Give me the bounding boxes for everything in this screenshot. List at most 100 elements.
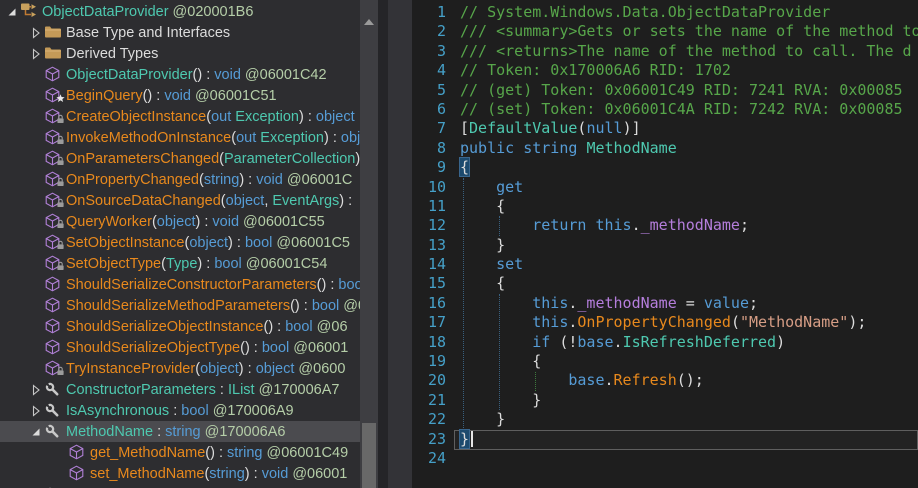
tree-item[interactable]: ShouldSerializeConstructorParameters() :… xyxy=(0,274,360,295)
code-line[interactable]: 20 base.Refresh(); xyxy=(388,371,918,390)
code-line[interactable]: 14 set xyxy=(388,255,918,274)
code-line[interactable]: 18 if (!base.IsRefreshDeferred) xyxy=(388,333,918,352)
tree-item[interactable]: ObjectDataProvider() : void @06001C42 xyxy=(0,64,360,85)
code-token: out xyxy=(211,109,231,125)
code-line[interactable]: 23} xyxy=(388,430,918,449)
tree-item[interactable]: ShouldSerializeMethodParameters() : bool… xyxy=(0,295,360,316)
code-line[interactable]: 22 } xyxy=(388,410,918,429)
code-line[interactable]: 3/// <returns>The name of the method to … xyxy=(388,42,918,61)
expander-open-icon[interactable] xyxy=(28,424,44,440)
tree-item[interactable]: OnParametersChanged(ParameterCollection)… xyxy=(0,148,360,169)
line-number: 17 xyxy=(412,313,446,332)
line-number: 13 xyxy=(412,236,446,255)
expander-closed-icon[interactable] xyxy=(28,46,44,62)
code-line[interactable]: 8 public string MethodName xyxy=(388,139,918,158)
tree-item[interactable]: TryInstanceProvider(object) : object @06… xyxy=(0,358,360,379)
code-line[interactable]: 2/// <summary>Gets or sets the name of t… xyxy=(388,22,918,41)
code-editor-panel[interactable]: 1// System.Windows.Data.ObjectDataProvid… xyxy=(388,0,918,488)
code-token: void xyxy=(212,214,239,230)
expander-spacer xyxy=(28,361,44,377)
tree-item[interactable]: SetObjectType(Type) : bool @06001C54 xyxy=(0,253,360,274)
line-number: 8 xyxy=(412,139,446,158)
tree-item[interactable]: Derived Types xyxy=(0,43,360,64)
code-token: @06001C55 xyxy=(239,214,325,230)
code-token: // (get) Token: 0x06001C49 RID: 7241 RVA… xyxy=(460,81,903,99)
code-line[interactable]: 16 this._methodName = value; xyxy=(388,294,918,313)
tree-item[interactable]: ShouldSerializeObjectInstance() : bool @… xyxy=(0,316,360,337)
tree-item[interactable]: get_MethodName() : string @06001C49 xyxy=(0,442,360,463)
code-line[interactable]: 11 { xyxy=(388,197,918,216)
code-token: OnPropertyChanged xyxy=(577,313,731,331)
code-line[interactable]: 5// (get) Token: 0x06001C49 RID: 7241 RV… xyxy=(388,81,918,100)
expander-spacer xyxy=(28,214,44,230)
property-icon xyxy=(44,381,66,399)
tree-item[interactable]: OnSourceDataChanged(object, EventArgs) : xyxy=(0,190,360,211)
code-line[interactable]: 12 return this._methodName; xyxy=(388,216,918,235)
code-token: value xyxy=(704,294,749,312)
code-line[interactable]: 4// Token: 0x170006A6 RID: 1702 xyxy=(388,61,918,80)
code-token: bool xyxy=(262,340,289,356)
tree-item[interactable]: CreateObjectInstance(out Exception) : ob… xyxy=(0,106,360,127)
code-token: @0600 xyxy=(294,361,345,377)
code-line[interactable]: 19 { xyxy=(388,352,918,371)
expander-open-icon[interactable] xyxy=(4,4,20,20)
scroll-up-arrow-icon[interactable] xyxy=(364,19,374,25)
tree-item[interactable]: IsAsynchronous : bool @170006A9 xyxy=(0,400,360,421)
code-line[interactable]: 7[DefaultValue(null)] xyxy=(388,119,918,138)
tree-item[interactable]: MethodName : string @170006A6 xyxy=(0,421,360,442)
code-line[interactable]: 13 } xyxy=(388,236,918,255)
tree-item[interactable]: Base Type and Interfaces xyxy=(0,22,360,43)
expander-spacer xyxy=(28,340,44,356)
expander-spacer xyxy=(28,277,44,293)
tree-item[interactable]: SetObjectInstance(object) : bool @06001C… xyxy=(0,232,360,253)
code-token: OnSourceDataChanged xyxy=(66,193,221,209)
code-line-content: base.Refresh(); xyxy=(460,371,704,390)
code-line[interactable]: 24 xyxy=(388,449,918,468)
code-line[interactable]: 21 } xyxy=(388,391,918,410)
code-token: IsAsynchronous xyxy=(66,403,169,419)
line-number: 19 xyxy=(412,352,446,371)
panel-splitter[interactable] xyxy=(378,0,388,488)
tree-item[interactable] xyxy=(0,484,360,488)
tree-item[interactable]: ObjectDataProvider @020001B6 xyxy=(0,1,360,22)
method-icon xyxy=(44,192,66,210)
class-icon xyxy=(20,3,42,21)
code-line[interactable]: 1// System.Windows.Data.ObjectDataProvid… xyxy=(388,3,918,22)
tree-scrollbar-thumb[interactable] xyxy=(362,423,376,488)
code-line[interactable]: 9{ xyxy=(388,158,918,177)
code-token: ) : xyxy=(196,214,213,230)
line-number: 23 xyxy=(412,430,446,449)
expander-spacer xyxy=(28,319,44,335)
code-token: DefaultValue xyxy=(469,119,577,137)
tree-item-label: CreateObjectInstance(out Exception) : ob… xyxy=(66,109,355,125)
code-line-content: public string MethodName xyxy=(460,139,677,158)
code-token: bool xyxy=(285,319,312,335)
code-token: object xyxy=(226,193,265,209)
tree-item[interactable]: ConstructorParameters : IList @170006A7 xyxy=(0,379,360,400)
code-token: _methodName xyxy=(577,294,676,312)
tree-scrollbar[interactable] xyxy=(360,0,378,488)
tree-item[interactable]: InvokeMethodOnInstance(out Exception) : … xyxy=(0,127,360,148)
expander-closed-icon[interactable] xyxy=(28,382,44,398)
tree-item[interactable]: OnPropertyChanged(string) : void @06001C xyxy=(0,169,360,190)
code-line[interactable]: 15 { xyxy=(388,274,918,293)
expander-closed-icon[interactable] xyxy=(28,25,44,41)
code-line-content: // (set) Token: 0x06001C4A RID: 7242 RVA… xyxy=(460,100,903,119)
code-token: this xyxy=(532,313,568,331)
code-token: ) : xyxy=(299,109,316,125)
expander-closed-icon[interactable] xyxy=(28,403,44,419)
tree-item[interactable]: set_MethodName(string) : void @06001 xyxy=(0,463,360,484)
code-line[interactable]: 10 get xyxy=(388,178,918,197)
method-icon xyxy=(68,444,90,462)
tree-item[interactable]: BeginQuery() : void @06001C51 xyxy=(0,85,360,106)
code-token: @06001C49 xyxy=(262,445,348,461)
code-token: object xyxy=(157,214,196,230)
code-line-content: // Token: 0x170006A6 RID: 1702 xyxy=(460,61,731,80)
code-line-content: set xyxy=(460,255,523,274)
code-line[interactable]: 17 this.OnPropertyChanged("MethodName"); xyxy=(388,313,918,332)
tree-item[interactable]: QueryWorker(object) : void @06001C55 xyxy=(0,211,360,232)
code-line[interactable]: 6// (set) Token: 0x06001C4A RID: 7242 RV… xyxy=(388,100,918,119)
tree-item[interactable]: ShouldSerializeObjectType() : bool @0600… xyxy=(0,337,360,358)
lock-overlay-icon xyxy=(56,154,65,170)
method-icon xyxy=(44,297,66,315)
